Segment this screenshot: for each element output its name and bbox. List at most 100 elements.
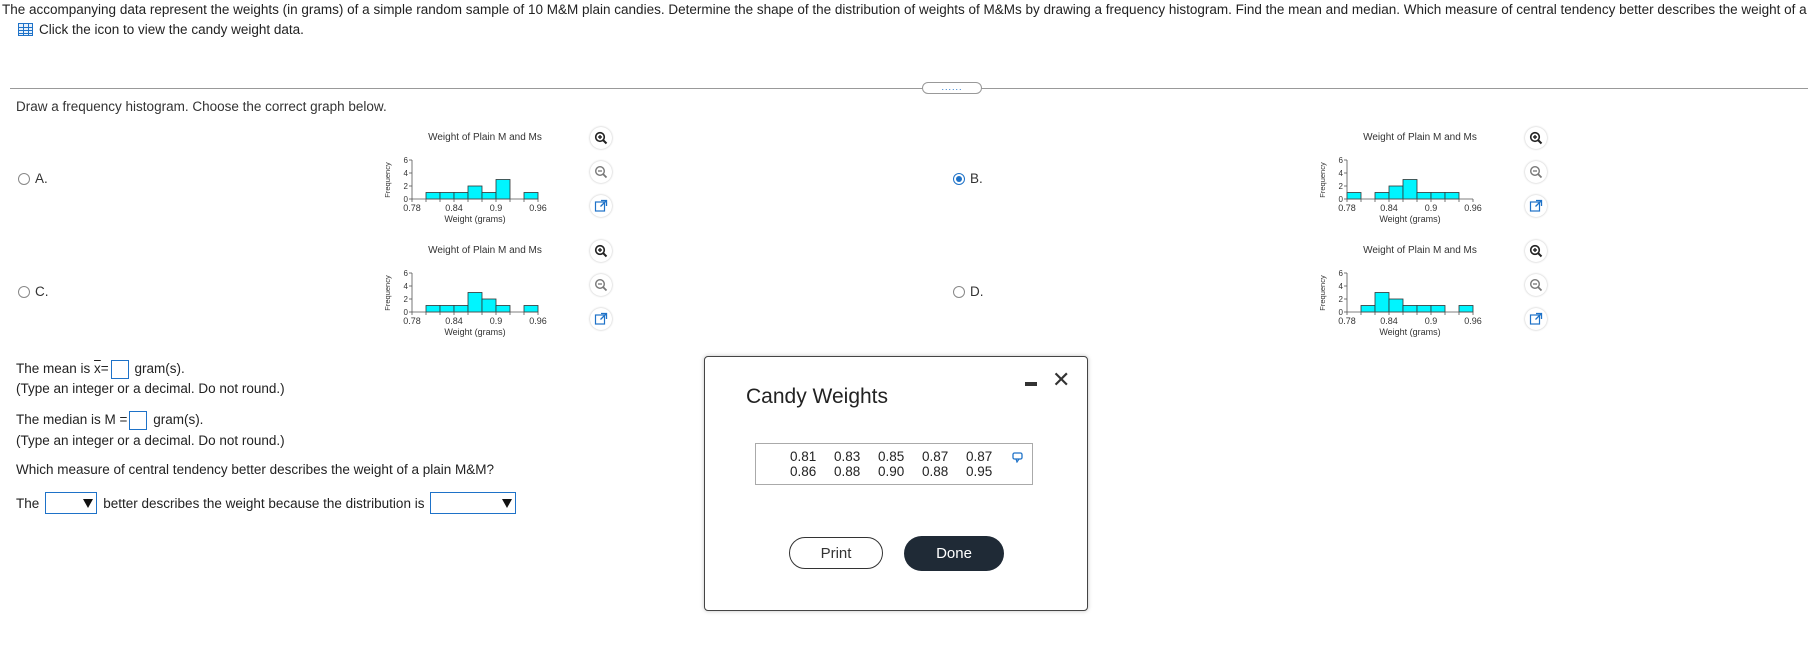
radio-b[interactable] <box>953 172 965 185</box>
chart-title: Weight of Plain M and Ms <box>428 245 542 256</box>
weight-value: 0.81 <box>790 449 817 464</box>
zoom-out-icon[interactable] <box>590 274 612 296</box>
y-axis-label: Frequency <box>1318 275 1327 311</box>
x-tick-label: 0.96 <box>1464 316 1482 326</box>
mean-eq: = <box>100 361 109 377</box>
option-c[interactable]: C. <box>18 284 49 299</box>
x-tick-label: 0.96 <box>1464 203 1482 213</box>
which-question: Which measure of central tendency better… <box>16 462 494 477</box>
data-link-label[interactable]: Click the icon to view the candy weight … <box>39 22 304 37</box>
instruction-text: Draw a frequency histogram. Choose the c… <box>16 99 387 114</box>
option-d[interactable]: D. <box>953 284 984 299</box>
measure-dropdown[interactable] <box>45 492 98 514</box>
open-new-window-icon[interactable] <box>590 195 612 217</box>
resize-handle[interactable]: ...... <box>922 82 982 94</box>
weight-value: 0.86 <box>790 464 817 479</box>
weight-value: 0.85 <box>878 449 905 464</box>
x-tick-label: 0.84 <box>1380 316 1398 326</box>
weight-value: 0.87 <box>922 449 949 464</box>
histogram-bar <box>1458 305 1474 313</box>
zoom-out-icon[interactable] <box>1525 274 1547 296</box>
option-b[interactable]: B. <box>953 171 983 186</box>
x-tick-label: 0.9 <box>490 203 503 213</box>
x-tick-label: 0.78 <box>403 203 421 213</box>
histogram-bar <box>425 192 441 200</box>
x-tick-label: 0.9 <box>1425 203 1438 213</box>
y-tick-label: 6 <box>1339 156 1344 165</box>
histogram-bar <box>1444 192 1460 200</box>
grid-table-icon[interactable] <box>18 23 33 36</box>
chart-title: Weight of Plain M and Ms <box>1363 245 1477 256</box>
dialog-title: Candy Weights <box>746 385 889 408</box>
y-tick-label: 4 <box>404 169 409 178</box>
y-tick-label: 6 <box>404 156 409 165</box>
open-new-window-icon[interactable] <box>1525 195 1547 217</box>
weight-value: 0.87 <box>966 449 993 464</box>
x-tick-label: 0.9 <box>490 316 503 326</box>
question-text: The accompanying data represent the weig… <box>2 2 1808 17</box>
radio-c[interactable] <box>18 285 30 298</box>
y-tick-label: 2 <box>1339 295 1344 304</box>
zoom-in-icon[interactable] <box>1525 240 1547 262</box>
mean-suffix: gram(s). <box>134 361 185 377</box>
open-new-window-icon[interactable] <box>1525 308 1547 330</box>
option-a[interactable]: A. <box>18 171 48 186</box>
median-input[interactable] <box>129 411 148 430</box>
radio-d[interactable] <box>953 285 965 298</box>
weight-value: 0.88 <box>834 464 861 479</box>
open-new-window-icon[interactable] <box>590 308 612 330</box>
x-tick-label: 0.84 <box>1380 203 1398 213</box>
histogram-bar <box>495 305 511 313</box>
mean-input[interactable] <box>110 360 129 379</box>
option-d-label: D. <box>970 284 984 299</box>
print-button[interactable]: Print <box>789 537 883 569</box>
mean-hint: (Type an integer or a decimal. Do not ro… <box>16 381 285 396</box>
done-button[interactable]: Done <box>904 536 1004 571</box>
mean-symbol: x <box>94 361 101 377</box>
y-tick-label: 4 <box>404 282 409 291</box>
weight-value: 0.90 <box>878 464 905 479</box>
x-tick-label: 0.9 <box>1425 316 1438 326</box>
chevron-down-icon <box>502 498 513 508</box>
histogram-bar <box>1430 192 1446 200</box>
minimize-icon[interactable] <box>1025 382 1037 386</box>
zoom-in-icon[interactable] <box>590 127 612 149</box>
median-prefix: The median is M = <box>16 412 128 428</box>
zoom-out-icon[interactable] <box>1525 161 1547 183</box>
histogram-bar <box>1388 298 1404 313</box>
close-icon[interactable]: ✕ <box>1052 369 1070 391</box>
histogram-bar <box>523 192 539 200</box>
zoom-out-icon[interactable] <box>590 161 612 183</box>
zoom-in-icon[interactable] <box>1525 127 1547 149</box>
histogram-bar <box>1430 305 1446 313</box>
radio-a[interactable] <box>18 172 30 185</box>
histogram-bar <box>495 179 511 200</box>
y-tick-label: 6 <box>1339 269 1344 278</box>
x-tick-label: 0.78 <box>1338 316 1356 326</box>
data-link[interactable]: Click the icon to view the candy weight … <box>18 22 304 37</box>
divider <box>10 88 1808 89</box>
median-line: The median is M = gram(s). <box>16 411 203 430</box>
chart-title: Weight of Plain M and Ms <box>428 132 542 143</box>
histogram-bar <box>523 305 539 313</box>
histogram-bar <box>481 298 497 313</box>
mean-line: The mean is x= gram(s). <box>16 360 185 379</box>
x-tick-label: 0.78 <box>1338 203 1356 213</box>
option-b-label: B. <box>970 171 983 186</box>
sentence-start: The <box>16 495 40 511</box>
copy-icon[interactable] <box>1012 450 1025 468</box>
histogram-bar <box>425 305 441 313</box>
histogram-b: Weight of Plain M and MsFrequency02460.7… <box>1318 132 1482 224</box>
weight-value: 0.88 <box>922 464 949 479</box>
y-axis-label: Frequency <box>383 162 392 198</box>
x-axis-label: Weight (grams) <box>444 214 505 224</box>
histogram-bar <box>439 192 455 200</box>
histogram-bar <box>1416 305 1432 313</box>
distribution-dropdown[interactable] <box>430 492 517 514</box>
histogram-bar <box>1402 305 1418 313</box>
option-a-label: A. <box>35 171 48 186</box>
weight-value: 0.83 <box>834 449 861 464</box>
zoom-in-icon[interactable] <box>590 240 612 262</box>
histogram-bar <box>1374 292 1390 313</box>
histogram-bar <box>453 305 469 313</box>
